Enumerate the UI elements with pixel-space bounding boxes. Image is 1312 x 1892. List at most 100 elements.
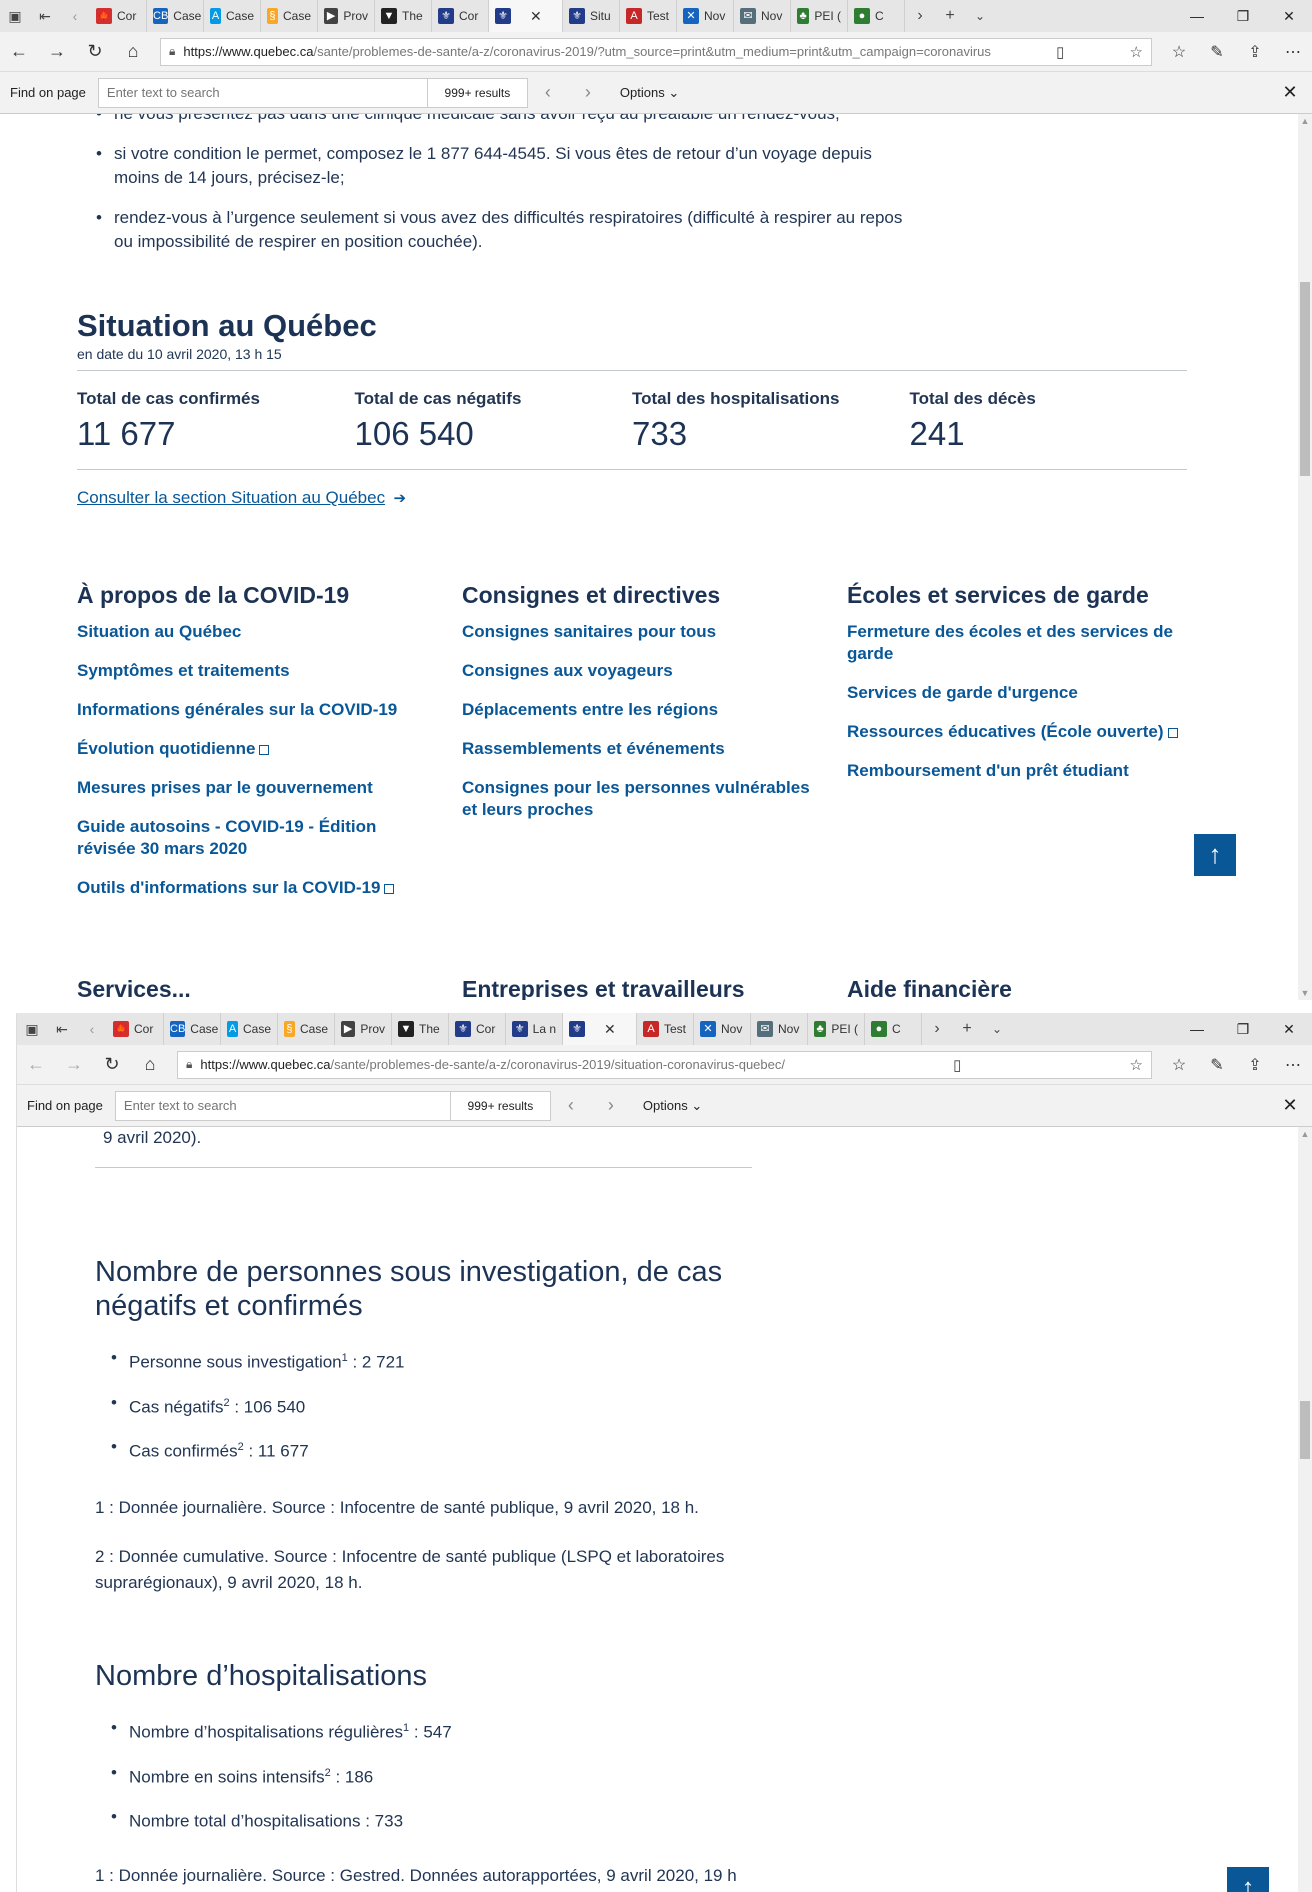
topic-link[interactable]: Mesures prises par le gouvernement <box>77 777 462 799</box>
more-icon[interactable]: ⋯ <box>1274 1055 1312 1075</box>
browser-tab[interactable]: ✉ Nov <box>751 1013 808 1045</box>
find-close-icon[interactable]: ✕ <box>1268 82 1312 103</box>
browser-tab[interactable]: ⚜ ✕ <box>563 1013 637 1045</box>
browser-tab[interactable]: A Test <box>620 0 677 32</box>
topic-link[interactable]: Symptômes et traitements <box>77 660 462 682</box>
browser-tab[interactable]: ♣ PEI ( <box>791 0 848 32</box>
share-icon[interactable]: ⇪ <box>1236 42 1274 62</box>
home-icon[interactable]: ⌂ <box>114 41 152 62</box>
topic-link[interactable]: Situation au Québec <box>77 621 462 643</box>
browser-tab[interactable]: ▶ Prov <box>318 0 375 32</box>
browser-tab[interactable]: ▼ The <box>375 0 432 32</box>
browser-tab[interactable]: A Test <box>637 1013 694 1045</box>
browser-tab[interactable]: 🍁 Cor <box>90 0 147 32</box>
refresh-icon[interactable]: ↻ <box>93 1054 131 1075</box>
url-field[interactable]: 🔒︎ https://www.quebec.ca/sante/problemes… <box>177 1050 1152 1079</box>
tab-scroll-right-icon[interactable]: › <box>905 7 935 25</box>
more-icon[interactable]: ⋯ <box>1274 42 1312 62</box>
browser-tab[interactable]: ▶ Prov <box>335 1013 392 1045</box>
browser-tab[interactable]: ✕ Nov <box>694 1013 751 1045</box>
tab-scroll-right-icon[interactable]: › <box>922 1020 952 1038</box>
scrollbar-thumb[interactable] <box>1300 1401 1310 1459</box>
topic-link[interactable]: Consignes sanitaires pour tous <box>462 621 847 643</box>
reading-view-icon[interactable]: ▯ <box>1046 43 1064 61</box>
favorites-icon[interactable]: ☆ <box>1160 42 1198 62</box>
set-aside-tabs-icon[interactable]: ⇤ <box>30 8 60 25</box>
share-icon[interactable]: ⇪ <box>1236 1055 1274 1075</box>
topic-link[interactable]: Déplacements entre les régions <box>462 699 847 721</box>
back-to-top-button[interactable]: ↑ <box>1227 1867 1269 1892</box>
browser-tab[interactable]: A Case <box>221 1013 278 1045</box>
topic-link[interactable]: Ressources éducatives (École ouverte) <box>847 721 1232 743</box>
topic-link[interactable]: Consignes pour les personnes vulnérables… <box>462 777 812 821</box>
close-window-icon[interactable]: ✕ <box>1266 8 1312 25</box>
url-field[interactable]: 🔒︎ https://www.quebec.ca/sante/problemes… <box>160 37 1152 66</box>
browser-tab[interactable]: ⚜ ✕ <box>489 0 563 32</box>
browser-tab[interactable]: ⚜ Cor <box>449 1013 506 1045</box>
browser-tab[interactable]: ⚜ La n <box>506 1013 563 1045</box>
find-options-button[interactable]: Options ⌄ <box>643 1098 702 1114</box>
tab-preview-icon[interactable]: ⌄ <box>965 9 995 23</box>
tab-scroll-left-icon[interactable]: ‹ <box>77 1021 107 1037</box>
browser-tab[interactable]: CB Case <box>147 0 204 32</box>
tab-actions-icon[interactable]: ▣ <box>0 8 30 25</box>
topic-link[interactable]: Informations générales sur la COVID-19 <box>77 699 462 721</box>
browser-tab[interactable]: ⚜ Cor <box>432 0 489 32</box>
close-tab-icon[interactable]: ✕ <box>604 1021 616 1038</box>
minimize-icon[interactable]: — <box>1174 1021 1220 1038</box>
browser-tab[interactable]: ⚜ Situ <box>563 0 620 32</box>
restore-icon[interactable]: ❐ <box>1220 1021 1266 1038</box>
notes-icon[interactable]: ✎ <box>1198 1055 1236 1075</box>
scroll-up-icon[interactable]: ▲ <box>1298 1129 1312 1139</box>
notes-icon[interactable]: ✎ <box>1198 42 1236 62</box>
topic-link[interactable]: Fermeture des écoles et des services de … <box>847 621 1177 665</box>
favorites-icon[interactable]: ☆ <box>1160 1055 1198 1075</box>
reading-view-icon[interactable]: ▯ <box>943 1056 961 1074</box>
page-scrollbar[interactable]: ▲ <box>1298 1127 1312 1892</box>
situation-section-link[interactable]: Consulter la section Situation au Québec <box>77 488 385 507</box>
browser-tab[interactable]: ✉ Nov <box>734 0 791 32</box>
tab-actions-icon[interactable]: ▣ <box>17 1021 47 1038</box>
back-icon[interactable]: ← <box>0 41 38 62</box>
find-next-icon[interactable]: › <box>591 1095 631 1116</box>
back-to-top-button[interactable]: ↑ <box>1194 834 1236 876</box>
new-tab-icon[interactable]: + <box>952 1020 982 1038</box>
topic-link[interactable]: Rassemblements et événements <box>462 738 847 760</box>
find-input[interactable] <box>114 1090 451 1121</box>
browser-tab[interactable]: 🍁 Cor <box>107 1013 164 1045</box>
browser-tab[interactable]: ♣ PEI ( <box>808 1013 865 1045</box>
close-tab-icon[interactable]: ✕ <box>530 8 542 25</box>
topic-link[interactable]: Guide autosoins - COVID-19 - Édition rév… <box>77 816 427 860</box>
back-icon[interactable]: ← <box>17 1054 55 1075</box>
browser-tab[interactable]: ● C <box>848 0 905 32</box>
topic-link[interactable]: Évolution quotidienne <box>77 738 462 760</box>
minimize-icon[interactable]: — <box>1174 8 1220 25</box>
find-input[interactable] <box>97 77 428 108</box>
new-tab-icon[interactable]: + <box>935 7 965 25</box>
find-close-icon[interactable]: ✕ <box>1268 1095 1312 1116</box>
find-previous-icon[interactable]: ‹ <box>528 82 568 103</box>
tab-scroll-left-icon[interactable]: ‹ <box>60 8 90 24</box>
browser-tab[interactable]: CB Case <box>164 1013 221 1045</box>
browser-tab[interactable]: A Case <box>204 0 261 32</box>
find-options-button[interactable]: Options ⌄ <box>620 85 679 101</box>
forward-icon[interactable]: → <box>55 1054 93 1075</box>
favorite-star-icon[interactable]: ☆ <box>1120 1056 1143 1074</box>
refresh-icon[interactable]: ↻ <box>76 41 114 62</box>
forward-icon[interactable]: → <box>38 41 76 62</box>
browser-tab[interactable]: ✕ Nov <box>677 0 734 32</box>
topic-link[interactable]: Consignes aux voyageurs <box>462 660 847 682</box>
topic-link[interactable]: Remboursement d'un prêt étudiant <box>847 760 1232 782</box>
set-aside-tabs-icon[interactable]: ⇤ <box>47 1021 77 1038</box>
scroll-up-icon[interactable]: ▲ <box>1298 116 1312 126</box>
browser-tab[interactable]: § Case <box>278 1013 335 1045</box>
topic-link[interactable]: Outils d'informations sur la COVID-19 <box>77 877 462 899</box>
browser-tab[interactable]: § Case <box>261 0 318 32</box>
close-window-icon[interactable]: ✕ <box>1266 1021 1312 1038</box>
browser-tab[interactable]: ▼ The <box>392 1013 449 1045</box>
topic-link[interactable]: Services de garde d'urgence <box>847 682 1232 704</box>
home-icon[interactable]: ⌂ <box>131 1054 169 1075</box>
favorite-star-icon[interactable]: ☆ <box>1120 43 1143 61</box>
find-next-icon[interactable]: › <box>568 82 608 103</box>
find-previous-icon[interactable]: ‹ <box>551 1095 591 1116</box>
